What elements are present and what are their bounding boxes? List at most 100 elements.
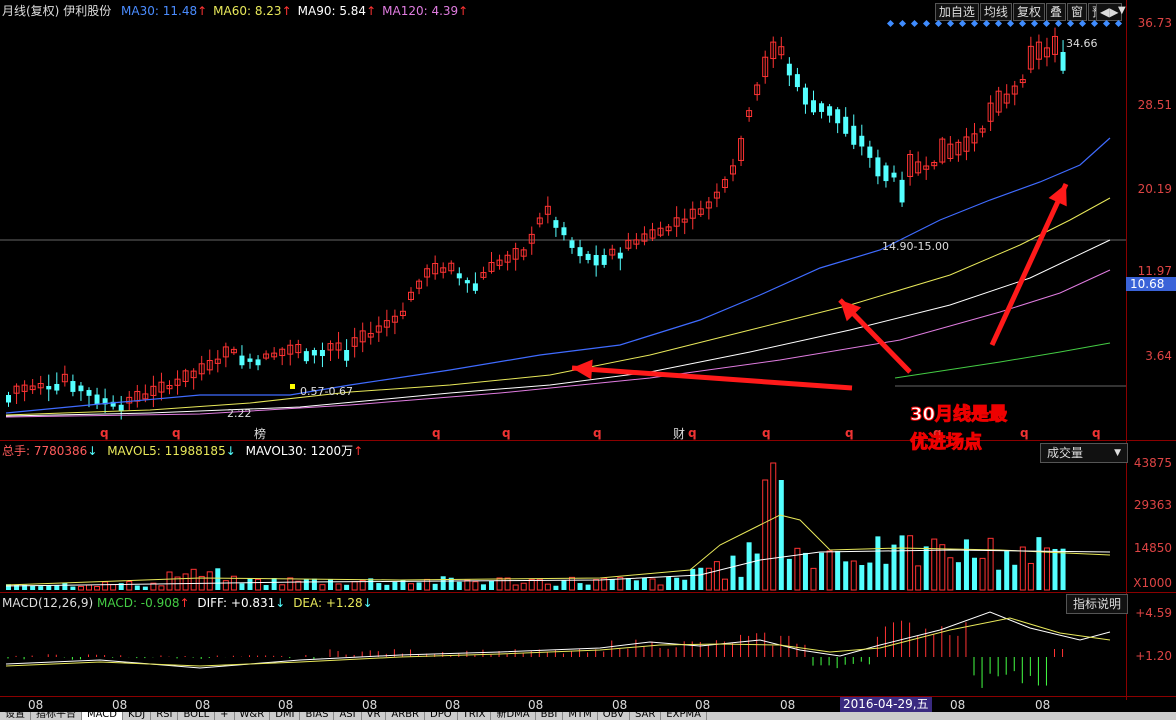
- candle-body: [1060, 52, 1066, 71]
- volume-bar: [528, 579, 535, 591]
- q-mark: q: [172, 426, 181, 440]
- callout-arrow-1-head: [572, 359, 593, 380]
- volume-bar: [713, 561, 720, 591]
- candle-body: [303, 351, 309, 362]
- q-mark: q: [845, 426, 854, 440]
- volume-indicator-dropdown[interactable]: 成交量 ▼: [1040, 443, 1128, 463]
- indicator-tab[interactable]: W&R: [235, 712, 271, 720]
- indicator-tab[interactable]: VR: [362, 712, 387, 720]
- volume-bar: [263, 585, 269, 590]
- macd-value: MACD: -0.908: [96, 596, 180, 610]
- volume-bar: [778, 480, 784, 590]
- candle-body: [464, 280, 470, 284]
- volume-bar: [721, 578, 728, 591]
- indicator-tab[interactable]: ARBR: [386, 712, 426, 720]
- indicator-tab[interactable]: BOLL: [178, 712, 216, 720]
- diamond-marker: [1102, 19, 1111, 28]
- volume-bar: [819, 552, 825, 590]
- volume-bar: [544, 583, 551, 591]
- volume-bar: [923, 546, 929, 590]
- indicator-tab[interactable]: +: [215, 712, 235, 720]
- volume-bar: [70, 586, 76, 590]
- indicator-tab[interactable]: BBI: [536, 712, 564, 720]
- q-mark: q: [432, 426, 441, 440]
- candle-body: [802, 87, 808, 105]
- candle-body: [561, 227, 567, 236]
- indicator-tab[interactable]: OBV: [598, 712, 630, 720]
- volume-bar: [464, 579, 471, 591]
- volume-bar: [344, 584, 350, 590]
- volume-bar: [384, 584, 390, 590]
- diamond-marker: [1078, 19, 1087, 28]
- candle-body: [54, 383, 60, 391]
- volume-bar: [762, 479, 769, 591]
- indicator-tab[interactable]: TRIX: [458, 712, 492, 720]
- diamond-marker: [1114, 19, 1123, 28]
- indicator-tab[interactable]: KDJ: [123, 712, 152, 720]
- time-tick: 08: [195, 698, 211, 712]
- diamond-marker: [886, 19, 895, 28]
- indicator-tab[interactable]: MACD: [82, 712, 123, 720]
- volume-bar: [770, 462, 777, 591]
- diamond-marker: [934, 19, 943, 28]
- callout-arrow-1-shaft: [571, 365, 853, 391]
- chevron-down-icon: ▼: [1114, 448, 1121, 458]
- volume-bar: [577, 583, 583, 590]
- volume-bar: [698, 567, 704, 590]
- volume-bar: [335, 583, 342, 591]
- volume-bar: [134, 585, 140, 590]
- volume-bar: [255, 578, 262, 591]
- indicator-tab[interactable]: DPO: [425, 712, 458, 720]
- volume-bar: [987, 537, 994, 591]
- indicator-tab[interactable]: ASI: [334, 712, 362, 720]
- arrow-up-icon: ↑: [179, 596, 190, 610]
- volume-unit: X1000: [1133, 576, 1172, 590]
- time-tick: 08: [528, 698, 544, 712]
- candle-body: [786, 63, 792, 76]
- volume-bar: [963, 539, 969, 590]
- date-highlight: 2016-04-29,五: [840, 697, 932, 712]
- high-label: 34.66: [1066, 37, 1098, 50]
- volume-bar: [496, 577, 503, 591]
- time-tick: 08: [278, 698, 294, 712]
- volume-bar: [972, 557, 977, 590]
- volume-bar: [931, 538, 938, 591]
- volume-bar: [142, 586, 148, 590]
- volume-bar: [609, 579, 615, 590]
- volume-mavol30: MAVOL30: 1200万: [245, 444, 354, 458]
- diamond-marker: [958, 19, 967, 28]
- diamond-marker: [946, 19, 955, 28]
- volume-bar: [690, 568, 696, 590]
- volume-bar: [996, 569, 1002, 590]
- diamond-marker: [1054, 19, 1063, 28]
- candle-body: [827, 106, 833, 116]
- indicator-tab[interactable]: DMI: [270, 712, 301, 720]
- volume-tick: 43875: [1133, 456, 1172, 470]
- indicator-tab[interactable]: RSI: [151, 712, 179, 720]
- candle-body: [239, 355, 245, 366]
- candle-body: [593, 255, 599, 266]
- indicator-tab[interactable]: SAR: [630, 712, 662, 720]
- indicator-help-button[interactable]: 指标说明: [1066, 594, 1129, 614]
- volume-bar: [512, 584, 519, 591]
- volume-bar: [657, 584, 664, 591]
- volume-total: 总手: 7780386: [2, 444, 88, 458]
- volume-bar: [94, 586, 101, 591]
- volume-bar: [416, 582, 422, 590]
- time-tick: 08: [612, 698, 628, 712]
- indicator-tab[interactable]: 新DMA: [491, 712, 536, 720]
- low-label-1: 0.57-0.67: [300, 385, 353, 398]
- volume-tick: 14850: [1133, 541, 1172, 555]
- indicator-tab[interactable]: 指标平台: [31, 712, 82, 720]
- ma120-line: [5, 269, 1111, 418]
- indicator-tab[interactable]: MTM: [563, 712, 598, 720]
- indicator-tab[interactable]: BIAS: [300, 712, 335, 720]
- arrow-up-icon: ↑: [353, 444, 364, 458]
- volume-bar: [392, 582, 398, 590]
- indicator-tab[interactable]: 设置: [0, 712, 31, 720]
- volume-bar: [867, 562, 873, 590]
- indicator-tab[interactable]: EXPMA: [661, 712, 707, 720]
- volume-bar: [738, 576, 744, 590]
- volume-bar: [77, 585, 84, 591]
- candle-body: [875, 157, 881, 177]
